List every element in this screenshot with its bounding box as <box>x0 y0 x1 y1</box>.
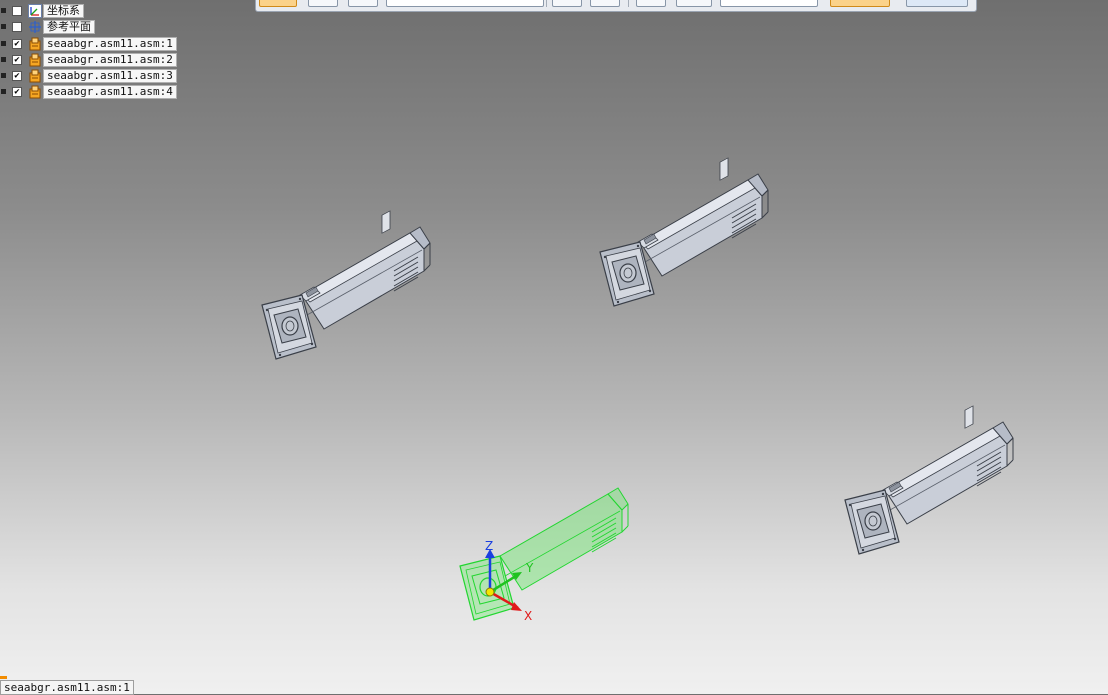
assembly-part-3[interactable] <box>599 157 769 307</box>
assembly-part-4[interactable] <box>844 405 1014 555</box>
status-indicator <box>0 676 7 679</box>
x-axis-label: X <box>524 609 532 623</box>
status-bar-selection: seaabgr.asm11.asm:1 <box>0 680 134 695</box>
triad-origin[interactable] <box>485 587 495 597</box>
assembly-part-1-selected[interactable] <box>459 487 629 621</box>
assembly-part-2[interactable] <box>261 210 431 360</box>
model-viewport[interactable]: Z Y X <box>0 0 1108 694</box>
z-axis-label: Z <box>485 539 493 553</box>
y-axis-label: Y <box>525 561 534 575</box>
